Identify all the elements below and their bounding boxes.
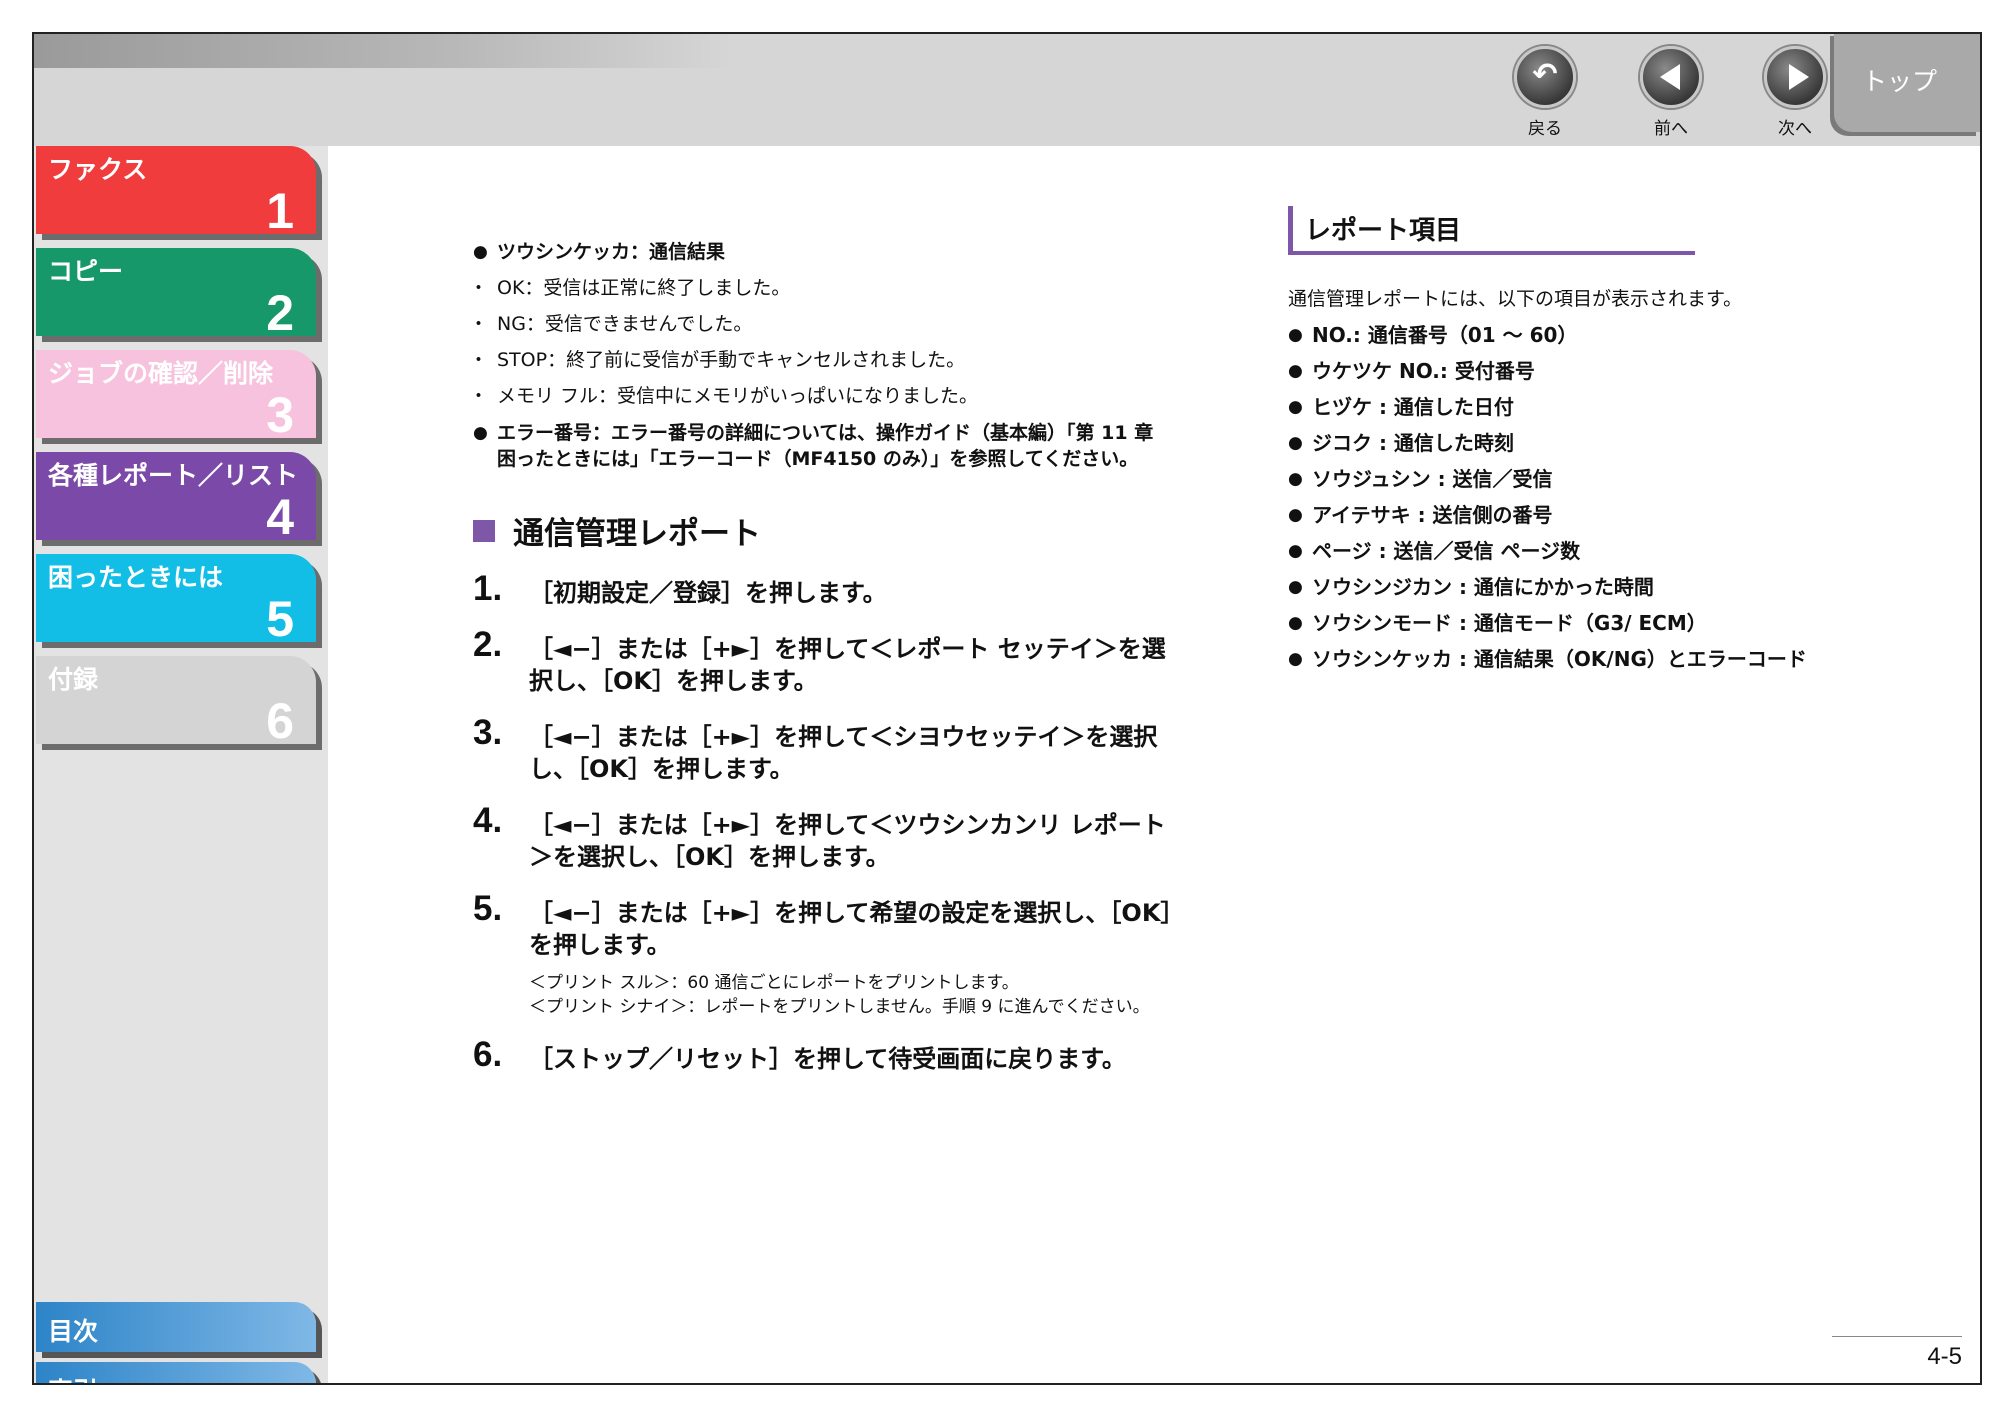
- result-item: OK：受信は正常に終了しました。: [469, 270, 1173, 306]
- right-column: レポート項目 通信管理レポートには、以下の項目が表示されます。 NO.: 通信番…: [1288, 206, 1908, 677]
- toolbar-stripe: [34, 34, 734, 68]
- back-label: 戻る: [1528, 119, 1562, 139]
- chapter-number: 3: [266, 387, 294, 443]
- step-number: 2.: [473, 625, 503, 664]
- report-items-heading: レポート項目: [1288, 206, 1695, 255]
- step-text: ［◄−］または［+►］を押して＜ツウシンカンリ レポート＞を選択し、［OK］を押…: [529, 811, 1166, 871]
- step-3: 3. ［◄−］または［+►］を押して＜シヨウセッテイ＞を選択し、［OK］を押しま…: [473, 715, 1173, 785]
- index-label: 索引: [48, 1372, 98, 1383]
- result-item: STOP：終了前に受信が手動でキャンセルされました。: [469, 342, 1173, 378]
- step-number: 1.: [473, 569, 503, 608]
- report-item: ウケツケ NO.: 受付番号: [1288, 353, 1908, 389]
- step-number: 3.: [473, 713, 503, 752]
- step-5-note-1: ＜プリント スル＞：60 通信ごとにレポートをプリントします。: [529, 973, 1019, 993]
- chapter-tab-reports[interactable]: 各種レポート／リスト 4: [36, 452, 316, 545]
- section-title-text: 通信管理レポート: [513, 516, 761, 552]
- top-button[interactable]: トップ: [1834, 34, 1980, 132]
- step-text: ［◄−］または［+►］を押して希望の設定を選択し、［OK］を押します。: [529, 899, 1173, 959]
- chapter-tab-troubleshooting[interactable]: 困ったときには 5: [36, 554, 316, 647]
- chapter-title: 各種レポート／リスト: [48, 461, 299, 490]
- report-item: NO.: 通信番号（01 〜 60）: [1288, 317, 1908, 353]
- chapter-title: コピー: [48, 257, 124, 286]
- report-item: ページ : 送信／受信 ページ数: [1288, 533, 1908, 569]
- chapter-tab-fax[interactable]: ファクス 1: [36, 146, 316, 239]
- page-frame: ↶ 戻る 前へ 次へ トップ ファクス 1 コピー 2 ジョブの確認／削除 3 …: [32, 32, 1982, 1385]
- chapter-number: 6: [266, 693, 294, 749]
- chapter-tab-copy[interactable]: コピー 2: [36, 248, 316, 341]
- prev-label: 前へ: [1654, 119, 1688, 139]
- error-number-item: エラー番号：エラー番号の詳細については、操作ガイド（基本編）「第 11 章 困っ…: [473, 420, 1173, 472]
- report-item: アイテサキ : 送信側の番号: [1288, 497, 1908, 533]
- next-label: 次へ: [1778, 119, 1812, 139]
- step-2: 2. ［◄−］または［+►］を押して＜レポート セッテイ＞を選択し、［OK］を押…: [473, 627, 1173, 697]
- next-icon: [1764, 46, 1826, 108]
- chapter-title: 付録: [48, 665, 99, 694]
- page-content: ツウシンケッカ：通信結果 OK：受信は正常に終了しました。 NG：受信できません…: [328, 146, 1980, 1383]
- report-item: ソウシンモード : 通信モード（G3/ ECM）: [1288, 605, 1908, 641]
- back-button[interactable]: ↶ 戻る: [1500, 46, 1590, 139]
- report-item: ソウシンジカン : 通信にかかった時間: [1288, 569, 1908, 605]
- step-number: 5.: [473, 889, 503, 928]
- step-4: 4. ［◄−］または［+►］を押して＜ツウシンカンリ レポート＞を選択し、［OK…: [473, 803, 1173, 873]
- chapter-title: 困ったときには: [48, 563, 224, 592]
- result-item: メモリ フル：受信中にメモリがいっぱいになりました。: [469, 378, 1173, 414]
- back-icon: ↶: [1514, 46, 1576, 108]
- report-item: ヒヅケ : 通信した日付: [1288, 389, 1908, 425]
- chapter-tab-jobs[interactable]: ジョブの確認／削除 3: [36, 350, 316, 443]
- step-number: 4.: [473, 801, 503, 840]
- step-text: ［◄−］または［+►］を押して＜レポート セッテイ＞を選択し、［OK］を押します…: [529, 635, 1166, 695]
- chapter-number: 4: [266, 489, 294, 545]
- chapter-sidebar: ファクス 1 コピー 2 ジョブの確認／削除 3 各種レポート／リスト 4 困っ…: [34, 146, 328, 1383]
- top-toolbar: ↶ 戻る 前へ 次へ トップ: [34, 34, 1980, 146]
- step-text: ［ストップ／リセット］を押して待受画面に戻ります。: [529, 1045, 1126, 1073]
- contents-label: 目次: [48, 1317, 99, 1346]
- report-item: ソウジュシン : 送信／受信: [1288, 461, 1908, 497]
- result-heading: ツウシンケッカ：通信結果: [473, 234, 1173, 270]
- step-5: 5. ［◄−］または［+►］を押して希望の設定を選択し、［OK］を押します。 ＜…: [473, 891, 1173, 1019]
- index-button[interactable]: 索引: [36, 1362, 316, 1383]
- page-number: 4-5: [1832, 1336, 1962, 1383]
- chapter-title: ジョブの確認／削除: [48, 359, 274, 388]
- left-column: ツウシンケッカ：通信結果 OK：受信は正常に終了しました。 NG：受信できません…: [469, 234, 1173, 1075]
- top-label: トップ: [1862, 67, 1938, 96]
- section-title: 通信管理レポート: [473, 508, 1173, 553]
- chapter-number: 1: [266, 183, 294, 239]
- chapter-number: 2: [266, 285, 294, 341]
- section-square-icon: [473, 519, 495, 542]
- report-item: ジコク : 通信した時刻: [1288, 425, 1908, 461]
- chapter-number: 5: [266, 591, 294, 647]
- step-text: ［初期設定／登録］を押します。: [529, 579, 887, 607]
- step-5-note-2: ＜プリント シナイ＞：レポートをプリントしません。手順 9 に進んでください。: [529, 997, 1150, 1017]
- report-item: ソウシンケッカ : 通信結果（OK/NG）とエラーコード: [1288, 641, 1908, 677]
- prev-button[interactable]: 前へ: [1626, 46, 1716, 139]
- step-number: 6.: [473, 1035, 503, 1074]
- report-items-intro: 通信管理レポートには、以下の項目が表示されます。: [1288, 288, 1743, 310]
- step-1: 1. ［初期設定／登録］を押します。: [473, 571, 1173, 609]
- next-button[interactable]: 次へ: [1750, 46, 1840, 139]
- step-6: 6. ［ストップ／リセット］を押して待受画面に戻ります。: [473, 1037, 1173, 1075]
- contents-button[interactable]: 目次: [36, 1302, 316, 1352]
- prev-icon: [1640, 46, 1702, 108]
- step-text: ［◄−］または［+►］を押して＜シヨウセッテイ＞を選択し、［OK］を押します。: [529, 723, 1158, 783]
- chapter-title: ファクス: [48, 155, 148, 184]
- chapter-tab-appendix[interactable]: 付録 6: [36, 656, 316, 749]
- result-item: NG：受信できませんでした。: [469, 306, 1173, 342]
